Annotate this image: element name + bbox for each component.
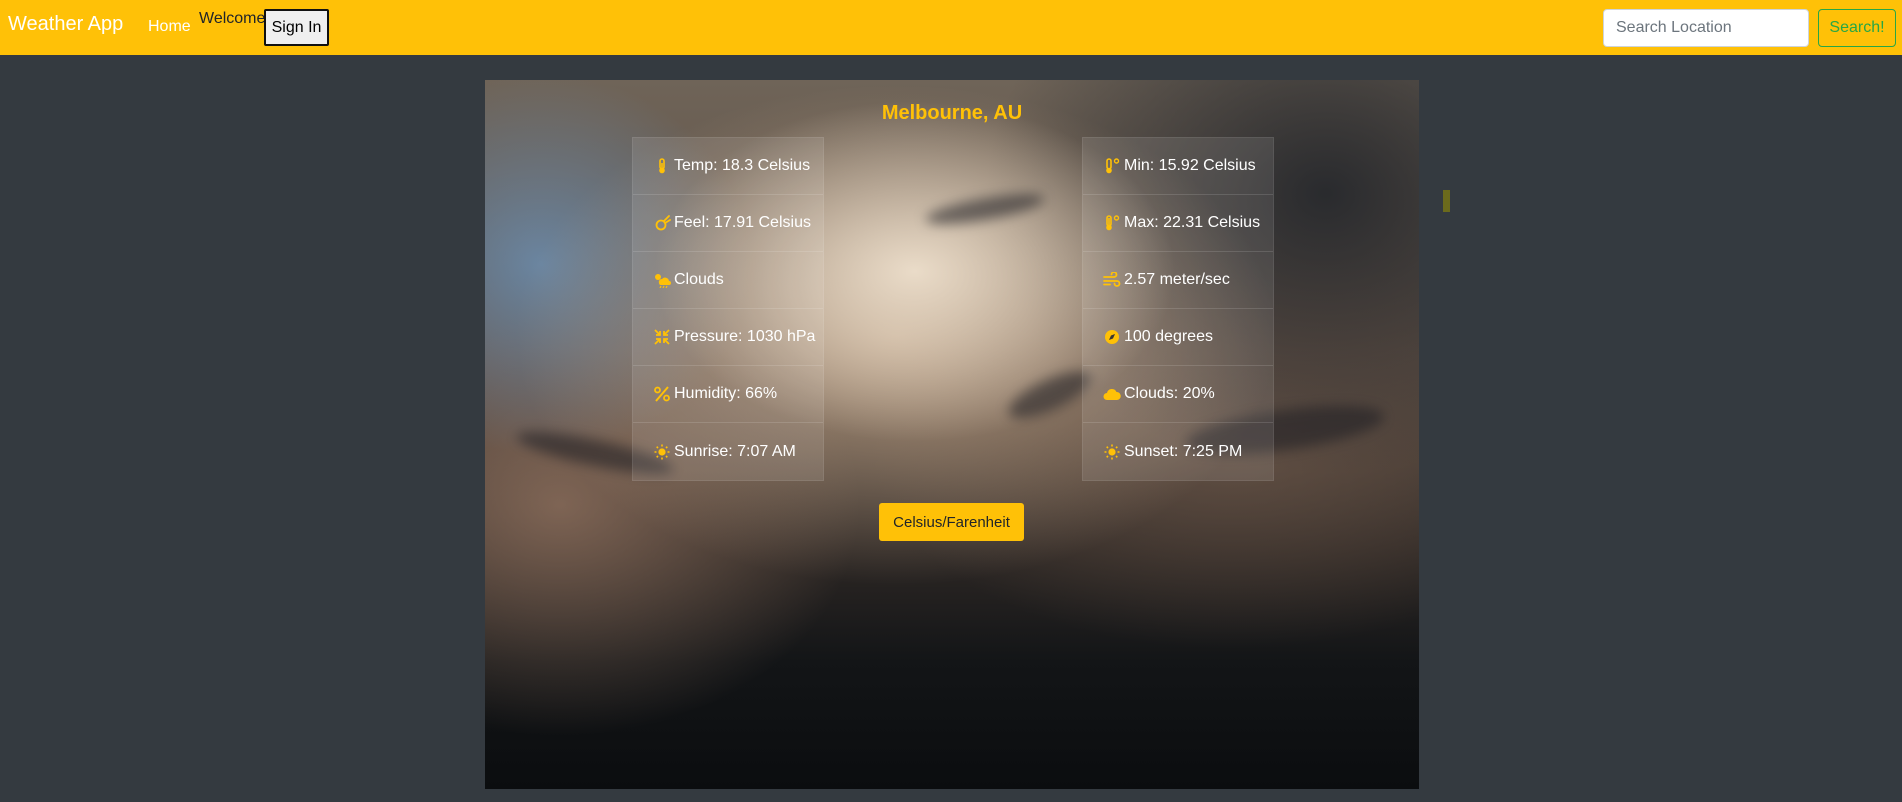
list-item: 100 degrees	[1083, 309, 1273, 366]
sun-icon	[654, 444, 670, 459]
list-item: Feel: 17.91 Celsius	[633, 195, 823, 252]
compress-arrows-icon	[654, 329, 670, 345]
condition-value: Clouds	[674, 271, 724, 288]
search-input[interactable]	[1603, 9, 1809, 47]
list-item: Clouds: 20%	[1083, 366, 1273, 423]
list-item: Clouds	[633, 252, 823, 309]
weather-card: Melbourne, AU Temp: 18.3 Celsius Feel: 1…	[485, 80, 1419, 789]
temp-value: Temp: 18.3 Celsius	[674, 157, 811, 174]
list-item: Sunrise: 7:07 AM	[633, 423, 823, 480]
cloud-coverage-value: Clouds: 20%	[1124, 385, 1215, 402]
wind-direction-value: 100 degrees	[1124, 328, 1213, 345]
list-item: Max: 22.31 Celsius	[1083, 195, 1273, 252]
sunset-value: Sunset: 7:25 PM	[1124, 442, 1243, 460]
max-temp-value: Max: 22.31 Celsius	[1124, 214, 1261, 231]
sun-icon	[1104, 444, 1120, 459]
list-item: Min: 15.92 Celsius	[1083, 138, 1273, 195]
compass-icon	[1105, 330, 1119, 344]
cloud-sun-rain-icon	[655, 274, 671, 288]
min-temp-value: Min: 15.92 Celsius	[1124, 157, 1256, 174]
weather-details-right: Min: 15.92 Celsius Max: 22.31 Celsius 2.…	[1082, 137, 1274, 481]
cloud-decoration	[924, 187, 1046, 231]
list-item: 2.57 meter/sec	[1083, 252, 1273, 309]
search-button[interactable]: Search!	[1818, 9, 1896, 47]
feel-value: Feel: 17.91 Celsius	[674, 214, 811, 231]
wind-speed-value: 2.57 meter/sec	[1124, 271, 1230, 288]
welcome-text: Welcome	[199, 10, 266, 27]
city-title: Melbourne, AU	[881, 102, 1023, 124]
percent-icon	[654, 386, 670, 402]
humidity-value: Humidity: 66%	[674, 385, 778, 402]
nav-home-link[interactable]: Home	[148, 18, 191, 36]
brand-link[interactable]: Weather App	[8, 13, 123, 36]
list-item: Sunset: 7:25 PM	[1083, 423, 1273, 480]
temperature-high-icon	[1106, 215, 1120, 231]
sunrise-value: Sunrise: 7:07 AM	[674, 442, 796, 460]
navbar: Weather App Home Welcome Sign In Search!	[0, 0, 1902, 55]
sign-in-button[interactable]: Sign In	[264, 9, 329, 46]
temperature-low-icon	[1106, 158, 1120, 174]
list-item: Pressure: 1030 hPa	[633, 309, 823, 366]
unit-toggle-button[interactable]: Celsius/Farenheit	[879, 503, 1024, 541]
weather-details-left: Temp: 18.3 Celsius Feel: 17.91 Celsius C…	[632, 137, 824, 481]
pressure-value: Pressure: 1030 hPa	[674, 328, 816, 345]
comet-icon	[655, 215, 671, 231]
list-item: Temp: 18.3 Celsius	[633, 138, 823, 195]
scroll-marker	[1443, 190, 1450, 212]
cloud-icon	[1103, 388, 1121, 400]
thermometer-icon	[659, 158, 665, 174]
list-item: Humidity: 66%	[633, 366, 823, 423]
wind-icon	[1103, 272, 1121, 287]
